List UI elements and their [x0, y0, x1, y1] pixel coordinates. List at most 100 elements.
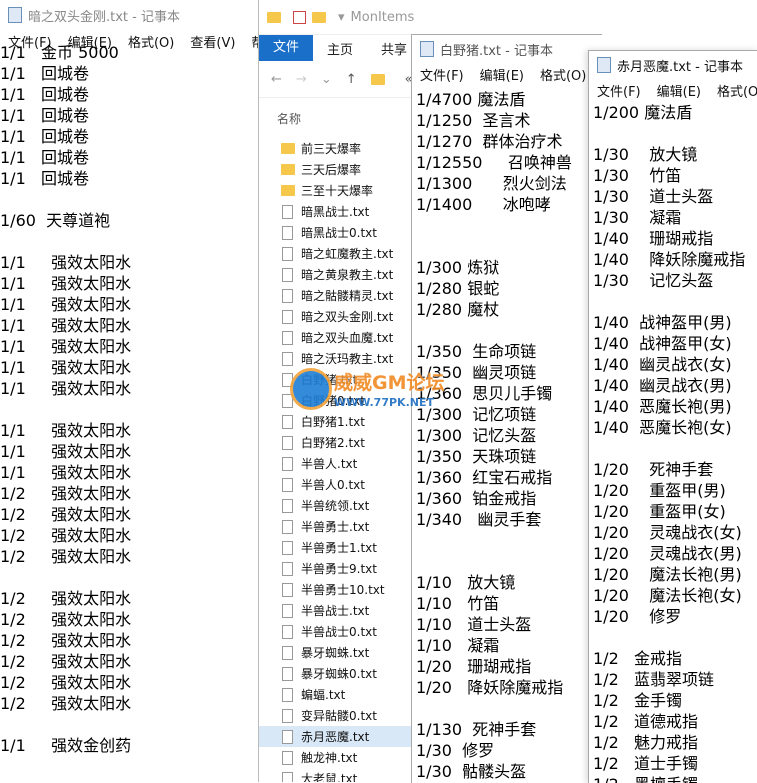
- window-title-bar[interactable]: 赤月恶魔.txt - 记事本: [589, 51, 757, 79]
- file-item[interactable]: 暗之双头血魔.txt: [259, 327, 429, 348]
- text-line: 1/4700 魔法盾: [416, 90, 526, 109]
- item-label: 大老鼠.txt: [301, 772, 358, 782]
- text-line: 1/1 回城卷: [0, 85, 90, 104]
- up-icon[interactable]: ↑: [346, 72, 357, 87]
- text-line: 1/30 放大镜: [593, 145, 698, 164]
- column-header-name[interactable]: 名称: [259, 98, 429, 138]
- file-item[interactable]: 触龙神.txt: [259, 747, 429, 768]
- text-line: [416, 551, 602, 572]
- text-line: [593, 123, 757, 144]
- file-item[interactable]: 白野猪0.txt: [259, 390, 429, 411]
- explorer-title-bar[interactable]: ▾ MonItems: [259, 0, 429, 35]
- file-item[interactable]: 白野猪.txt: [259, 369, 429, 390]
- file-item[interactable]: 变异骷髅0.txt: [259, 705, 429, 726]
- checkbox-icon[interactable]: [293, 10, 306, 24]
- menu-item[interactable]: 编辑(E): [472, 65, 532, 84]
- file-item[interactable]: 半兽勇士9.txt: [259, 558, 429, 579]
- text-line: 1/30 记忆头盔: [593, 271, 714, 290]
- tab-file[interactable]: 文件: [259, 35, 314, 61]
- folder-icon: [370, 73, 385, 85]
- text-line: 1/10 道士头盔: [416, 615, 532, 634]
- text-line: 1/1400 冰咆哮: [416, 195, 551, 214]
- text-line: 1/40 幽灵战衣(男): [593, 376, 732, 395]
- item-label: 半兽勇士.txt: [301, 520, 370, 534]
- file-item[interactable]: 暗之骷髅精灵.txt: [259, 285, 429, 306]
- file-item[interactable]: 暗之沃玛教主.txt: [259, 348, 429, 369]
- file-item[interactable]: 半兽人0.txt: [259, 474, 429, 495]
- text-line: 1/200 魔法盾: [593, 103, 693, 122]
- text-line: 1/1 强效太阳水: [0, 463, 132, 482]
- file-item[interactable]: 暴牙蜘蛛0.txt: [259, 663, 429, 684]
- menu-item[interactable]: 查看(V): [182, 32, 243, 51]
- menu-item[interactable]: 格式(O): [120, 32, 182, 51]
- file-item[interactable]: 暗之双头金刚.txt: [259, 306, 429, 327]
- file-item[interactable]: 半兽战士0.txt: [259, 621, 429, 642]
- text-file-icon: [282, 624, 293, 639]
- text-line: 1/2 金手镯: [593, 691, 683, 710]
- file-item[interactable]: 赤月恶魔.txt: [259, 726, 429, 747]
- item-label: 赤月恶魔.txt: [301, 730, 370, 744]
- file-item[interactable]: 半兽战士.txt: [259, 600, 429, 621]
- folder-item[interactable]: 前三天爆率: [259, 138, 429, 159]
- file-item[interactable]: 蝙蝠.txt: [259, 684, 429, 705]
- window-title-bar[interactable]: 白野猪.txt - 记事本: [412, 35, 602, 63]
- text-line: 1/2 强效太阳水: [0, 484, 132, 503]
- folder-icon: [281, 164, 295, 175]
- file-item[interactable]: 暴牙蜘蛛.txt: [259, 642, 429, 663]
- menu-item[interactable]: 文件(F): [589, 81, 649, 100]
- file-item[interactable]: 暗黑战士0.txt: [259, 222, 429, 243]
- window-title-bar[interactable]: 暗之双头金刚.txt - 记事本: [0, 0, 270, 30]
- text-line: [0, 399, 270, 420]
- dropdown-icon[interactable]: ▾: [338, 10, 345, 25]
- text-file-icon: [282, 687, 293, 702]
- text-line: 1/20 珊瑚戒指: [416, 657, 532, 676]
- notepad-icon: [597, 57, 611, 73]
- file-item[interactable]: 白野猪1.txt: [259, 411, 429, 432]
- text-line: 1/1 强效太阳水: [0, 421, 132, 440]
- text-line: 1/360 铂金戒指: [416, 489, 537, 508]
- file-item[interactable]: 白野猪2.txt: [259, 432, 429, 453]
- folder-item[interactable]: 三天后爆率: [259, 159, 429, 180]
- text-file-icon: [282, 645, 293, 660]
- text-line: 1/10 放大镜: [416, 573, 516, 592]
- menu-item[interactable]: 文件(F): [412, 65, 472, 84]
- dropdown-recent-icon[interactable]: ⌄: [321, 72, 332, 87]
- text-line: 1/1300 烈火剑法: [416, 174, 567, 193]
- item-label: 三天后爆率: [301, 163, 362, 177]
- file-item[interactable]: 大老鼠.txt: [259, 768, 429, 782]
- text-line: 1/20 修罗: [593, 607, 682, 626]
- file-item[interactable]: 半兽勇士10.txt: [259, 579, 429, 600]
- text-editor[interactable]: 1/1 金币 5000 1/1 回城卷 1/1 回城卷 1/1 回城卷 1/1 回城卷 1…: [0, 42, 270, 756]
- file-item[interactable]: 暗之黄泉教主.txt: [259, 264, 429, 285]
- text-line: 1/1 回城卷: [0, 169, 90, 188]
- text-line: 1/30 修罗: [416, 741, 495, 760]
- tab-home[interactable]: 主页: [313, 39, 367, 58]
- file-item[interactable]: 半兽统领.txt: [259, 495, 429, 516]
- text-line: 1/1 强效金创药: [0, 736, 132, 755]
- text-editor[interactable]: 1/4700 魔法盾 1/1250 圣言术 1/1270 群体治疗术 1/12550 …: [412, 89, 602, 782]
- text-file-icon: [282, 750, 293, 765]
- text-file-icon: [282, 456, 293, 471]
- text-editor[interactable]: 1/200 魔法盾 1/30 放大镜 1/30 竹笛 1/30 道士头盔 1/30 凝霜…: [589, 102, 757, 783]
- item-label: 半兽人0.txt: [301, 478, 365, 492]
- file-item[interactable]: 半兽人.txt: [259, 453, 429, 474]
- item-label: 暗之双头血魔.txt: [301, 331, 394, 345]
- file-item[interactable]: 暗之虹魔教主.txt: [259, 243, 429, 264]
- window-title: 白野猪.txt - 记事本: [440, 43, 553, 59]
- text-line: 1/40 幽灵战衣(女): [593, 355, 732, 374]
- ribbon-tabs: 文件 主页 共享: [259, 35, 429, 61]
- folder-item[interactable]: 三至十天爆率: [259, 180, 429, 201]
- menu-item[interactable]: 格式(O): [532, 65, 594, 84]
- file-item[interactable]: 半兽勇士1.txt: [259, 537, 429, 558]
- file-item[interactable]: 暗黑战士.txt: [259, 201, 429, 222]
- forward-icon[interactable]: →: [296, 72, 307, 87]
- file-item[interactable]: 半兽勇士.txt: [259, 516, 429, 537]
- text-line: 1/10 竹笛: [416, 594, 500, 613]
- text-file-icon: [282, 477, 293, 492]
- text-line: [0, 714, 270, 735]
- menu-item[interactable]: 格式(O): [709, 81, 757, 100]
- text-line: 1/40 战神盔甲(男): [593, 313, 732, 332]
- text-line: [593, 438, 757, 459]
- menu-item[interactable]: 编辑(E): [649, 81, 709, 100]
- back-icon[interactable]: ←: [271, 72, 282, 87]
